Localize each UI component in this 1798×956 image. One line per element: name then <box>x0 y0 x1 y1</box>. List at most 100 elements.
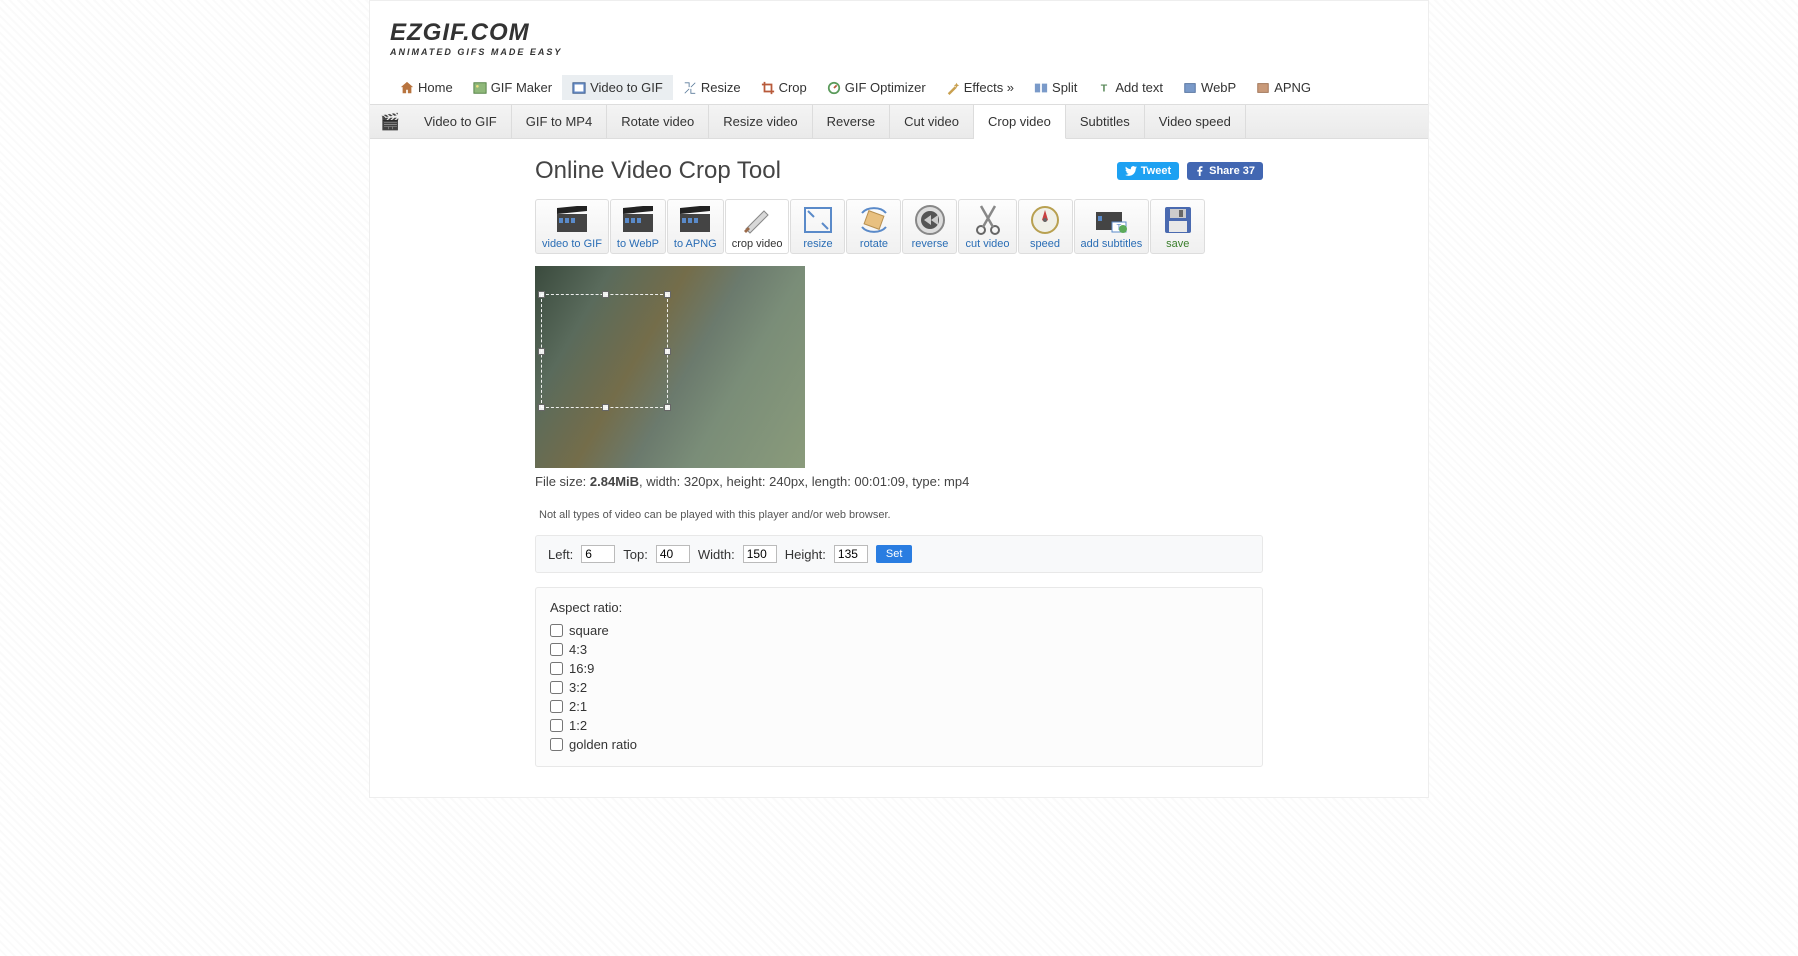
wand-icon <box>946 81 960 95</box>
tool-to-webp[interactable]: to WebP <box>610 199 666 254</box>
subtitles-icon: T <box>1092 204 1130 236</box>
home-icon <box>400 81 414 95</box>
aspect-1-2-checkbox[interactable] <box>550 719 563 732</box>
twitter-icon <box>1125 166 1137 176</box>
text-icon: T <box>1097 81 1111 95</box>
aspect-16-9[interactable]: 16:9 <box>550 659 1248 678</box>
set-button[interactable]: Set <box>876 545 913 563</box>
crop-handle-tm[interactable] <box>602 291 609 298</box>
sn-video-to-gif[interactable]: Video to GIF <box>410 105 512 138</box>
aspect-title: Aspect ratio: <box>550 600 1248 615</box>
left-label: Left: <box>548 547 573 562</box>
nav-split[interactable]: Split <box>1024 75 1087 100</box>
sn-gif-to-mp4[interactable]: GIF to MP4 <box>512 105 607 138</box>
tool-rotate[interactable]: rotate <box>846 199 901 254</box>
crop-handle-tl[interactable] <box>538 291 545 298</box>
film-icon <box>572 81 586 95</box>
aspect-ratio-box: Aspect ratio: square 4:3 16:9 3:2 2:1 1:… <box>535 587 1263 767</box>
height-input[interactable] <box>834 545 868 563</box>
video-preview[interactable] <box>535 266 805 468</box>
floppy-icon <box>1159 204 1197 236</box>
knife-icon <box>738 204 776 236</box>
nav-resize[interactable]: Resize <box>673 75 751 100</box>
aspect-3-2-checkbox[interactable] <box>550 681 563 694</box>
nav-webp[interactable]: WebP <box>1173 75 1246 100</box>
sn-cut-video[interactable]: Cut video <box>890 105 974 138</box>
crop-handle-bm[interactable] <box>602 404 609 411</box>
crop-controls: Left: Top: Width: Height: Set <box>535 535 1263 573</box>
sn-resize-video[interactable]: Resize video <box>709 105 812 138</box>
svg-text:T: T <box>1101 82 1108 94</box>
resize-icon <box>799 204 837 236</box>
top-label: Top: <box>623 547 648 562</box>
logo-title[interactable]: EZGIF.COM <box>390 19 1408 47</box>
height-label: Height: <box>785 547 826 562</box>
tool-row: video to GIF to WebP to APNG crop video … <box>535 199 1263 254</box>
nav-crop[interactable]: Crop <box>751 75 817 100</box>
left-input[interactable] <box>581 545 615 563</box>
page-title: Online Video Crop Tool <box>535 157 781 185</box>
crop-handle-br[interactable] <box>664 404 671 411</box>
aspect-2-1[interactable]: 2:1 <box>550 697 1248 716</box>
clapperboard-icon <box>553 204 591 236</box>
aspect-golden[interactable]: golden ratio <box>550 735 1248 754</box>
crop-selection[interactable] <box>541 294 668 408</box>
tool-reverse[interactable]: reverse <box>902 199 957 254</box>
reverse-icon <box>911 204 949 236</box>
width-label: Width: <box>698 547 735 562</box>
nav-gif-maker[interactable]: GIF Maker <box>463 75 562 100</box>
nav-home[interactable]: Home <box>390 75 463 100</box>
crop-handle-ml[interactable] <box>538 348 545 355</box>
aspect-square[interactable]: square <box>550 621 1248 640</box>
compass-icon <box>1026 204 1064 236</box>
crop-handle-mr[interactable] <box>664 348 671 355</box>
webp-icon <box>1183 81 1197 95</box>
sn-crop-video[interactable]: Crop video <box>974 105 1066 139</box>
sn-subtitles[interactable]: Subtitles <box>1066 105 1145 138</box>
sn-reverse[interactable]: Reverse <box>813 105 890 138</box>
tool-resize[interactable]: resize <box>790 199 845 254</box>
image-icon <box>473 81 487 95</box>
crop-handle-bl[interactable] <box>538 404 545 411</box>
nav-add-text[interactable]: TAdd text <box>1087 75 1173 100</box>
top-input[interactable] <box>656 545 690 563</box>
nav-optimizer[interactable]: GIF Optimizer <box>817 75 936 100</box>
share-button[interactable]: Share 37 <box>1187 162 1263 180</box>
nav-apng[interactable]: APNG <box>1246 75 1321 100</box>
rotate-icon <box>855 204 893 236</box>
aspect-2-1-checkbox[interactable] <box>550 700 563 713</box>
social-buttons: Tweet Share 37 <box>1117 162 1263 180</box>
file-info: File size: 2.84MiB, width: 320px, height… <box>535 474 1263 489</box>
nav-effects[interactable]: Effects » <box>936 75 1024 100</box>
tool-cut-video[interactable]: cut video <box>958 199 1016 254</box>
main-nav: Home GIF Maker Video to GIF Resize Crop … <box>370 67 1428 104</box>
nav-video-to-gif[interactable]: Video to GIF <box>562 75 673 100</box>
sn-rotate-video[interactable]: Rotate video <box>607 105 709 138</box>
tool-speed[interactable]: speed <box>1018 199 1073 254</box>
crop-icon <box>761 81 775 95</box>
scissors-icon <box>969 204 1007 236</box>
tool-add-subtitles[interactable]: Tadd subtitles <box>1074 199 1150 254</box>
aspect-1-2[interactable]: 1:2 <box>550 716 1248 735</box>
aspect-square-checkbox[interactable] <box>550 624 563 637</box>
facebook-icon <box>1195 166 1205 176</box>
aspect-3-2[interactable]: 3:2 <box>550 678 1248 697</box>
clapperboard-icon <box>676 204 714 236</box>
disclaimer: Not all types of video can be played wit… <box>535 509 1263 521</box>
crop-handle-tr[interactable] <box>664 291 671 298</box>
tool-to-apng[interactable]: to APNG <box>667 199 724 254</box>
tweet-button[interactable]: Tweet <box>1117 162 1179 180</box>
logo-area: EZGIF.COM ANIMATED GIFS MADE EASY <box>370 1 1428 67</box>
aspect-4-3-checkbox[interactable] <box>550 643 563 656</box>
apng-icon <box>1256 81 1270 95</box>
tool-crop-video[interactable]: crop video <box>725 199 790 254</box>
aspect-golden-checkbox[interactable] <box>550 738 563 751</box>
aspect-16-9-checkbox[interactable] <box>550 662 563 675</box>
aspect-4-3[interactable]: 4:3 <box>550 640 1248 659</box>
width-input[interactable] <box>743 545 777 563</box>
sn-video-speed[interactable]: Video speed <box>1145 105 1246 138</box>
tool-save[interactable]: save <box>1150 199 1205 254</box>
split-icon <box>1034 81 1048 95</box>
tool-video-to-gif[interactable]: video to GIF <box>535 199 609 254</box>
clapperboard-icon: 🎬 <box>370 112 410 132</box>
